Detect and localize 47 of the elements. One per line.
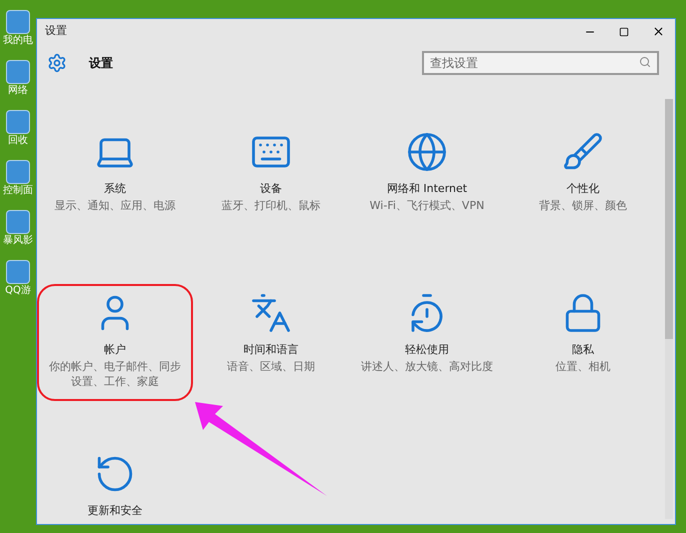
desktop-app-icon[interactable] [6, 60, 30, 84]
maximize-icon [619, 26, 629, 36]
desktop-icon-label: 控制面 [3, 186, 33, 196]
settings-tile[interactable]: 更新和安全 [37, 445, 193, 522]
desktop-app-icon[interactable] [6, 160, 30, 184]
desktop-icon-label: 暴风影 [3, 236, 33, 246]
tile-title: 网络和 Internet [386, 181, 468, 197]
window-title: 设置 [45, 23, 68, 40]
tile-title: 更新和安全 [88, 503, 142, 519]
clock-language-icon [250, 292, 292, 334]
globe-icon [406, 131, 448, 173]
tile-title: 轻松使用 [405, 342, 449, 358]
tile-description: 语音、区域、日期 [227, 358, 315, 374]
desktop-app-icon[interactable] [6, 10, 30, 34]
close-icon [652, 25, 664, 38]
desktop-icon-label: QQ游 [5, 286, 31, 296]
settings-tile[interactable]: 隐私 位置、相机 [505, 284, 661, 386]
settings-tile[interactable]: 帐户 你的帐户、电子邮件、同步设置、工作、家庭 [37, 284, 193, 400]
search-icon [639, 56, 651, 68]
tile-title: 隐私 [572, 342, 594, 358]
desktop-app-icon[interactable] [6, 260, 30, 284]
tile-title: 帐户 [104, 342, 126, 358]
search-field[interactable]: 查找设置 [422, 51, 659, 75]
tile-description: 你的帐户、电子邮件、同步设置、工作、家庭 [48, 358, 182, 388]
tile-description: 讲述人、放大镜、高对比度 [361, 358, 493, 374]
tile-description: Wi-Fi、飞行模式、VPN [370, 198, 484, 212]
tile-title: 个性化 [566, 181, 600, 197]
desktop-icon-label: 网络 [8, 86, 28, 96]
tile-description: 背景、锁屏、颜色 [539, 198, 627, 212]
tile-description: 显示、通知、应用、电源 [54, 198, 176, 212]
settings-tile[interactable]: 设备 蓝牙、打印机、鼠标 [193, 123, 349, 224]
tile-title: 时间和语言 [244, 342, 298, 358]
settings-tile[interactable]: 个性化 背景、锁屏、颜色 [505, 123, 661, 224]
tile-description: 位置、相机 [556, 358, 610, 374]
tile-title: 设备 [260, 181, 282, 197]
settings-tile[interactable]: 时间和语言 语音、区域、日期 [193, 284, 349, 386]
page-title: 设置 [89, 54, 114, 72]
settings-tile[interactable]: 轻松使用 讲述人、放大镜、高对比度 [349, 284, 505, 386]
tile-title: 系统 [104, 181, 126, 197]
desktop-icon-label: 我的电 [3, 36, 33, 46]
desktop-app-icon[interactable] [6, 110, 30, 134]
desktop-app-icon[interactable] [6, 210, 30, 234]
settings-icon [47, 52, 67, 72]
settings-tile[interactable]: 系统 显示、通知、应用、电源 [37, 123, 193, 224]
desktop-icon-label: 回收 [8, 136, 28, 146]
settings-tile[interactable]: 网络和 Internet Wi-Fi、飞行模式、VPN [349, 123, 505, 224]
tile-description: 蓝牙、打印机、鼠标 [222, 198, 320, 212]
